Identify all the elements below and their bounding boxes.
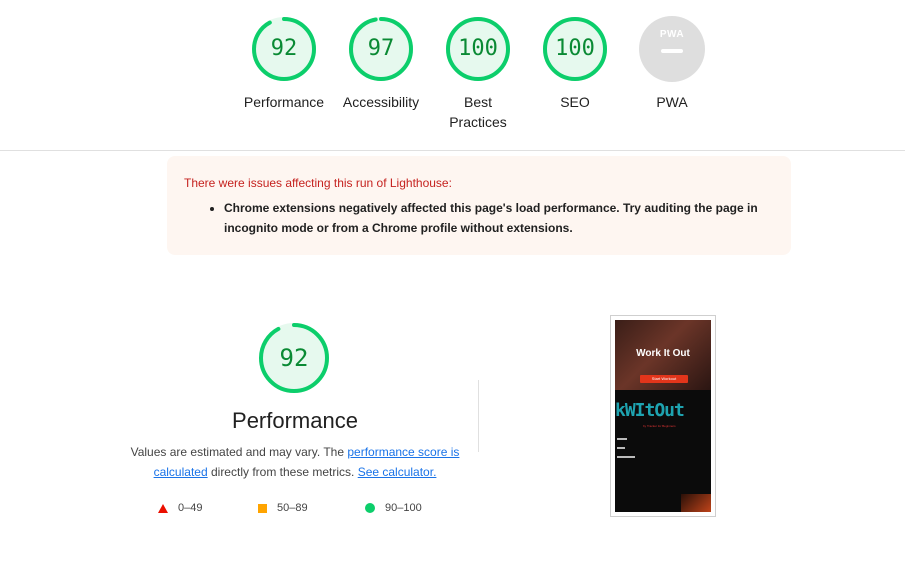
desc-text-1: Values are estimated and may vary. The — [130, 445, 348, 459]
warning-list: Chrome extensions negatively affected th… — [224, 198, 774, 238]
screenshot-text-line — [617, 456, 635, 458]
section-divider — [478, 380, 479, 452]
gauge-seo-label: SEO — [560, 94, 590, 110]
average-square-icon — [258, 503, 267, 513]
gauge-seo-score: 100 — [555, 36, 595, 61]
screenshot-fire-image — [681, 494, 711, 512]
score-legend: 0–49 50–89 90–100 — [150, 500, 470, 516]
screenshot-subtitle: by Tracker for Beginners — [643, 424, 676, 428]
pwa-badge-icon: PWA — [639, 16, 705, 82]
header-divider — [0, 150, 905, 151]
warning-box: There were issues affecting this run of … — [167, 156, 791, 255]
gauge-accessibility-label: Accessibility — [342, 94, 420, 110]
gauge-accessibility-ring: 97 — [348, 16, 414, 82]
pwa-dash-icon — [661, 49, 683, 53]
page-screenshot-thumbnail[interactable]: Work It Out Start Workout kWItOut by Tra… — [610, 315, 716, 517]
screenshot-text-line — [617, 438, 627, 440]
see-calculator-link[interactable]: See calculator. — [358, 465, 437, 479]
performance-gauge: 92 — [258, 322, 330, 394]
gauge-accessibility-score: 97 — [367, 36, 395, 61]
legend-pass-label: 90–100 — [385, 502, 422, 514]
gauge-seo-ring: 100 — [542, 16, 608, 82]
screenshot-logo: kWItOut — [615, 400, 685, 421]
performance-description: Values are estimated and may vary. The p… — [130, 442, 460, 482]
gauge-pwa[interactable]: PWA PWA — [622, 16, 722, 112]
performance-title: Performance — [232, 408, 358, 433]
pass-circle-icon — [365, 503, 375, 514]
legend-pass: 90–100 — [365, 500, 422, 516]
screenshot-text-line — [617, 447, 625, 449]
performance-score: 92 — [279, 344, 309, 372]
screenshot-button: Start Workout — [640, 375, 688, 383]
legend-average-label: 50–89 — [277, 502, 308, 514]
category-gauges: 92 Performance 97 Accessibility 100 Best… — [0, 0, 905, 150]
legend-average: 50–89 — [258, 500, 308, 516]
gauge-pwa-label: PWA — [656, 94, 688, 110]
legend-fail-label: 0–49 — [178, 502, 203, 514]
gauge-best-practices[interactable]: 100 Best Practices — [428, 16, 528, 132]
gauge-best-practices-score: 100 — [458, 36, 498, 61]
gauge-performance-ring: 92 — [251, 16, 317, 82]
gauge-best-practices-label: Best Practices — [449, 94, 507, 130]
gauge-performance-score: 92 — [270, 36, 298, 61]
desc-text-2: directly from these metrics. — [207, 465, 358, 479]
legend-fail: 0–49 — [158, 500, 202, 516]
gauge-best-practices-ring: 100 — [445, 16, 511, 82]
fail-triangle-icon — [158, 503, 168, 513]
screenshot-headline: Work It Out — [636, 348, 690, 359]
gauge-seo[interactable]: 100 SEO — [525, 16, 625, 112]
gauge-accessibility[interactable]: 97 Accessibility — [331, 16, 431, 112]
gauge-performance[interactable]: 92 Performance — [234, 16, 334, 112]
page-screenshot: Work It Out Start Workout kWItOut by Tra… — [615, 320, 711, 512]
warning-title: There were issues affecting this run of … — [184, 176, 452, 190]
gauge-performance-label: Performance — [243, 94, 325, 110]
warning-item: Chrome extensions negatively affected th… — [224, 198, 774, 238]
pwa-badge-text: PWA — [659, 29, 685, 40]
